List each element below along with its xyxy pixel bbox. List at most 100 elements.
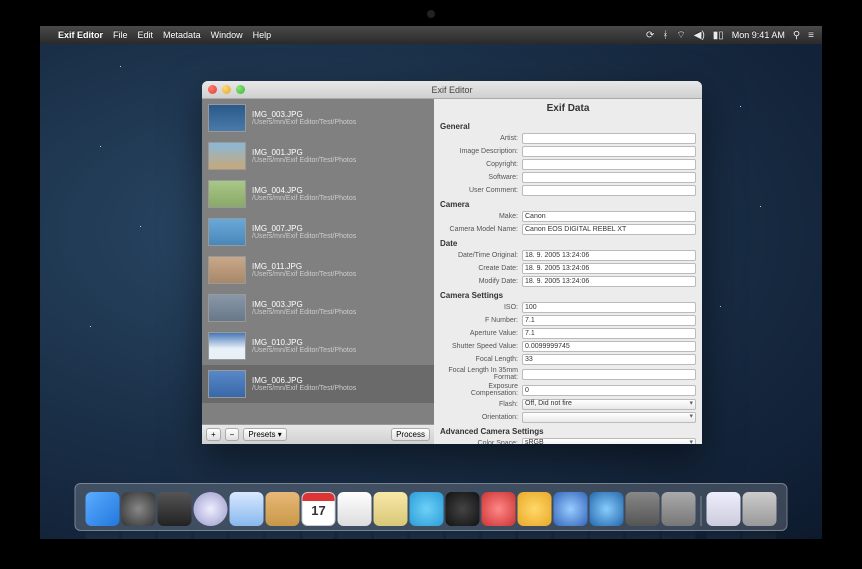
file-item[interactable]: IMG_007.JPG/Users/mn/Exif Editor/Test/Ph… [202, 213, 434, 251]
file-item[interactable]: IMG_001.JPG/Users/mn/Exif Editor/Test/Ph… [202, 137, 434, 175]
dock-facetime[interactable] [446, 492, 480, 526]
dock-mail[interactable] [230, 492, 264, 526]
dock-calendar[interactable] [302, 492, 336, 526]
titlebar[interactable]: Exif Editor [202, 81, 702, 99]
menu-metadata[interactable]: Metadata [163, 30, 201, 40]
dock-documents[interactable] [707, 492, 741, 526]
dock-launchpad[interactable] [122, 492, 156, 526]
input-camera_model_name[interactable] [522, 224, 696, 235]
section-camera-settings: Camera Settings [440, 291, 696, 300]
close-button[interactable] [208, 85, 217, 94]
dock-itunes[interactable] [554, 492, 588, 526]
input-user_comment[interactable] [522, 185, 696, 196]
add-file-button[interactable]: + [206, 428, 221, 441]
remove-file-button[interactable]: − [225, 428, 240, 441]
input-copyright[interactable] [522, 159, 696, 170]
menu-file[interactable]: File [113, 30, 128, 40]
file-item[interactable]: IMG_010.JPG/Users/mn/Exif Editor/Test/Ph… [202, 327, 434, 365]
file-name: IMG_007.JPG [252, 224, 356, 233]
menu-window[interactable]: Window [211, 30, 243, 40]
spotlight-icon[interactable]: ⚲ [793, 30, 800, 41]
input-f_number[interactable] [522, 315, 696, 326]
dock-system-preferences[interactable] [662, 492, 696, 526]
volume-icon[interactable]: ◀) [694, 30, 705, 41]
file-item[interactable]: IMG_004.JPG/Users/mn/Exif Editor/Test/Ph… [202, 175, 434, 213]
file-thumbnail [208, 218, 246, 246]
input-artist[interactable] [522, 133, 696, 144]
dock-reminders[interactable] [338, 492, 372, 526]
presets-button[interactable]: Presets ▾ [243, 428, 286, 441]
input-shutter_speed_value[interactable] [522, 341, 696, 352]
file-path: /Users/mn/Exif Editor/Test/Photos [252, 309, 356, 316]
select-color_space[interactable]: sRGB [522, 438, 696, 444]
file-path: /Users/mn/Exif Editor/Test/Photos [252, 347, 356, 354]
file-list[interactable]: IMG_003.JPG/Users/mn/Exif Editor/Test/Ph… [202, 99, 434, 424]
dock-iwork[interactable] [626, 492, 660, 526]
file-path: /Users/mn/Exif Editor/Test/Photos [252, 233, 356, 240]
input-focal_length_35mm[interactable] [522, 369, 696, 380]
file-name: IMG_004.JPG [252, 186, 356, 195]
bluetooth-icon[interactable]: ᚼ [662, 30, 668, 41]
input-exposure_compensation[interactable] [522, 385, 696, 396]
dock-separator [701, 496, 702, 526]
dock-appstore[interactable] [590, 492, 624, 526]
dock [75, 483, 788, 531]
dock-contacts[interactable] [266, 492, 300, 526]
menu-help[interactable]: Help [253, 30, 272, 40]
file-item[interactable]: IMG_011.JPG/Users/mn/Exif Editor/Test/Ph… [202, 251, 434, 289]
input-software[interactable] [522, 172, 696, 183]
battery-icon[interactable]: ▮▯ [713, 30, 724, 41]
process-button[interactable]: Process [391, 428, 430, 441]
file-item[interactable]: IMG_003.JPG/Users/mn/Exif Editor/Test/Ph… [202, 289, 434, 327]
input-date_time_original[interactable] [522, 250, 696, 261]
dock-mission-control[interactable] [158, 492, 192, 526]
input-make[interactable] [522, 211, 696, 222]
file-name: IMG_006.JPG [252, 376, 356, 385]
file-thumbnail [208, 332, 246, 360]
dock-trash[interactable] [743, 492, 777, 526]
minimize-button[interactable] [222, 85, 231, 94]
label-date_time_original: Date/Time Original: [440, 252, 518, 259]
input-create_date[interactable] [522, 263, 696, 274]
select-flash[interactable]: Off, Did not fire [522, 399, 696, 410]
notification-center-icon[interactable]: ≡ [808, 30, 814, 41]
input-image_description[interactable] [522, 146, 696, 157]
exif-body[interactable]: GeneralArtist:Image Description:Copyrigh… [434, 118, 702, 444]
exif-panel: Exif Data General Artist: Image Descriptio… [434, 99, 702, 444]
label-shutter_speed_value: Shutter Speed Value: [440, 343, 518, 350]
file-path: /Users/mn/Exif Editor/Test/Photos [252, 271, 356, 278]
menu-edit[interactable]: Edit [138, 30, 154, 40]
zoom-button[interactable] [236, 85, 245, 94]
file-name: IMG_001.JPG [252, 148, 356, 157]
file-name: IMG_010.JPG [252, 338, 356, 347]
input-aperture_value[interactable] [522, 328, 696, 339]
dock-messages[interactable] [410, 492, 444, 526]
file-item[interactable]: IMG_006.JPG/Users/mn/Exif Editor/Test/Ph… [202, 365, 434, 403]
dock-notes[interactable] [374, 492, 408, 526]
input-iso[interactable] [522, 302, 696, 313]
dock-iphoto[interactable] [518, 492, 552, 526]
section-general: General [440, 122, 696, 131]
file-path: /Users/mn/Exif Editor/Test/Photos [252, 119, 356, 126]
select-orientation[interactable] [522, 412, 696, 423]
wifi-icon[interactable]: ⌔ [676, 29, 685, 42]
input-modify_date[interactable] [522, 276, 696, 287]
window-title: Exif Editor [431, 85, 472, 95]
dock-photobooth[interactable] [482, 492, 516, 526]
label-software: Software: [440, 174, 518, 181]
dock-finder[interactable] [86, 492, 120, 526]
app-menu[interactable]: Exif Editor [58, 30, 103, 40]
section-camera: Camera [440, 200, 696, 209]
label-orientation: Orientation: [440, 414, 518, 421]
file-path: /Users/mn/Exif Editor/Test/Photos [252, 195, 356, 202]
input-focal_length[interactable] [522, 354, 696, 365]
file-item[interactable]: IMG_003.JPG/Users/mn/Exif Editor/Test/Ph… [202, 99, 434, 137]
label-exposure_compensation: Exposure Compensation: [440, 383, 518, 397]
label-artist: Artist: [440, 135, 518, 142]
clock[interactable]: Mon 9:41 AM [732, 30, 785, 40]
exif-header: Exif Data [434, 99, 702, 118]
section-date: Date [440, 239, 696, 248]
sync-icon[interactable]: ⟳ [646, 30, 654, 41]
label-image_description: Image Description: [440, 148, 518, 155]
dock-safari[interactable] [194, 492, 228, 526]
